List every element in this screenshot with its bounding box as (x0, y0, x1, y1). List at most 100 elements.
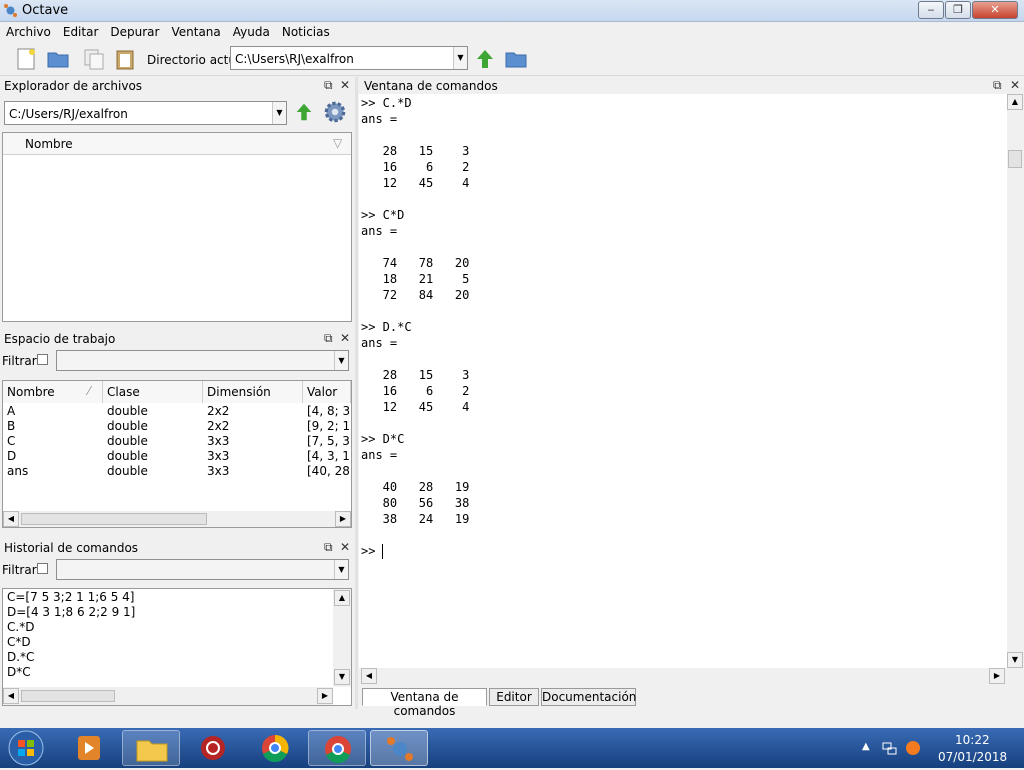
command-window-vscrollbar[interactable]: ▲ ▼ (1007, 94, 1023, 668)
history-list[interactable]: C=[7 5 3;2 1 1;6 5 4] D=[4 3 1;8 6 2;2 9… (2, 588, 352, 706)
octave-taskbar-icon[interactable] (370, 730, 428, 766)
workspace-table[interactable]: Nombre ⁄ Clase Dimensión Valor Adouble 2x… (2, 380, 352, 528)
up-directory-icon[interactable] (293, 101, 315, 123)
chrome-taskbar-icon[interactable] (246, 730, 304, 766)
workspace-filter-input[interactable]: ▼ (56, 350, 349, 371)
start-button-icon[interactable] (6, 729, 46, 767)
open-folder-icon[interactable] (46, 47, 70, 71)
command-window-header: Ventana de comandos ⧉ ✕ (359, 77, 1024, 95)
copy-icon[interactable] (82, 47, 106, 71)
undock-icon[interactable]: ⧉ (324, 540, 333, 555)
table-row[interactable]: Cdouble3x3[7, 5, 3; 2 (3, 434, 351, 449)
file-list[interactable]: Nombre ▽ (2, 132, 352, 322)
close-icon[interactable]: ✕ (1010, 78, 1020, 92)
history-title: Historial de comandos (4, 541, 139, 555)
scroll-right-icon[interactable]: ▶ (317, 688, 333, 704)
browse-folder-icon[interactable] (504, 47, 528, 71)
gear-icon[interactable] (322, 99, 348, 125)
minimize-button[interactable]: ‒ (918, 1, 944, 19)
tab-editor[interactable]: Editor (489, 688, 539, 706)
command-window-title: Ventana de comandos (364, 79, 498, 93)
media-player-taskbar-icon[interactable] (60, 730, 118, 766)
history-vscrollbar[interactable]: ▲ ▼ (333, 589, 351, 687)
table-row[interactable]: ansdouble3x3[40, 28, 1 (3, 464, 351, 479)
column-nombre[interactable]: Nombre (25, 137, 73, 151)
chevron-down-icon[interactable]: ▼ (272, 102, 286, 124)
clock-time[interactable]: 10:22 (955, 733, 990, 747)
antivirus-taskbar-icon[interactable] (184, 730, 242, 766)
scroll-up-icon[interactable]: ▲ (334, 590, 350, 606)
chevron-down-icon[interactable]: ▼ (334, 351, 348, 370)
column-dimension[interactable]: Dimensión (203, 381, 303, 403)
history-filter-checkbox[interactable] (37, 563, 48, 574)
show-hidden-icons-icon[interactable]: ▲ (862, 741, 870, 752)
scroll-left-icon[interactable]: ◀ (3, 511, 19, 527)
paste-icon[interactable] (113, 47, 137, 71)
undock-icon[interactable]: ⧉ (324, 78, 333, 93)
file-browser-path-combo[interactable]: C:/Users/RJ/exalfron ▼ (4, 101, 287, 125)
table-row[interactable]: Adouble2x2[4, 8; 3, 5 (3, 404, 351, 419)
command-window-hscrollbar[interactable]: ◀ ▶ (359, 668, 1007, 684)
column-clase[interactable]: Clase (103, 381, 203, 403)
column-valor[interactable]: Valor (303, 381, 351, 403)
scroll-right-icon[interactable]: ▶ (335, 511, 351, 527)
scroll-thumb[interactable] (21, 513, 207, 525)
command-output-line: >> C.*D (361, 96, 412, 110)
explorer-taskbar-icon[interactable] (122, 730, 180, 766)
close-icon[interactable]: ✕ (340, 78, 350, 92)
menu-ayuda[interactable]: Ayuda (227, 22, 276, 39)
menu-noticias[interactable]: Noticias (276, 22, 336, 39)
table-row[interactable]: Bdouble2x2[9, 2; 1, 6 (3, 419, 351, 434)
close-icon[interactable]: ✕ (340, 540, 350, 554)
history-hscrollbar[interactable]: ◀ ▶ (3, 687, 333, 705)
list-item[interactable]: D=[4 3 1;8 6 2;2 9 1] (7, 605, 135, 619)
command-output-line: 28 15 3 (361, 368, 470, 382)
scroll-thumb[interactable] (21, 690, 115, 702)
chevron-down-icon[interactable]: ▼ (334, 560, 348, 579)
maximize-button[interactable]: ❐ (945, 1, 971, 19)
octave-app-icon (4, 4, 17, 17)
workspace-header: Espacio de trabajo ⧉ ✕ (0, 330, 354, 348)
close-button[interactable]: ✕ (972, 1, 1018, 19)
toolbar: Directorio actual: C:\Users\RJ\exalfron … (0, 42, 1024, 76)
list-item[interactable]: C*D (7, 635, 31, 649)
chrome-window-taskbar-icon[interactable] (308, 730, 366, 766)
menu-depurar[interactable]: Depurar (104, 22, 165, 39)
file-browser-title: Explorador de archivos (4, 79, 143, 93)
table-row[interactable]: Ddouble3x3[4, 3, 1; 8 (3, 449, 351, 464)
scroll-left-icon[interactable]: ◀ (361, 668, 377, 684)
tab-documentacion[interactable]: Documentación (541, 688, 636, 706)
list-item[interactable]: C.*D (7, 620, 34, 634)
list-item[interactable]: D*C (7, 665, 31, 679)
clock-date[interactable]: 07/01/2018 (938, 750, 1007, 764)
menu-archivo[interactable]: Archivo (0, 22, 57, 39)
workspace-filter-checkbox[interactable] (37, 354, 48, 365)
close-icon[interactable]: ✕ (340, 331, 350, 345)
taskbar: ▲ 10:22 07/01/2018 (0, 728, 1024, 768)
new-script-icon[interactable] (14, 47, 38, 71)
menu-editar[interactable]: Editar (57, 22, 105, 39)
panel-splitter[interactable] (355, 77, 358, 709)
command-window-output[interactable]: >> C.*D ans = 28 15 3 16 6 2 12 45 4 >> C*… (359, 94, 1007, 668)
workspace-table-header: Nombre ⁄ Clase Dimensión Valor (3, 381, 351, 403)
up-directory-icon[interactable] (473, 47, 497, 71)
scroll-right-icon[interactable]: ▶ (989, 668, 1005, 684)
undock-icon[interactable]: ⧉ (993, 78, 1002, 93)
list-item[interactable]: D.*C (7, 650, 34, 664)
scroll-up-icon[interactable]: ▲ (1007, 94, 1023, 110)
scroll-down-icon[interactable]: ▼ (1007, 652, 1023, 668)
network-icon[interactable] (881, 740, 897, 756)
tab-ventana-de-comandos[interactable]: Ventana de comandos (362, 688, 487, 718)
undock-icon[interactable]: ⧉ (324, 331, 333, 346)
avast-tray-icon[interactable] (905, 740, 921, 756)
history-filter-input[interactable]: ▼ (56, 559, 349, 580)
list-item[interactable]: C=[7 5 3;2 1 1;6 5 4] (7, 590, 134, 604)
scroll-thumb[interactable] (1008, 150, 1022, 168)
command-output-line: >> D.*C (361, 320, 412, 334)
workspace-hscrollbar[interactable]: ◀ ▶ (3, 511, 351, 527)
chevron-down-icon[interactable]: ▼ (453, 47, 467, 69)
menu-ventana[interactable]: Ventana (165, 22, 226, 39)
scroll-left-icon[interactable]: ◀ (3, 688, 19, 704)
scroll-down-icon[interactable]: ▼ (334, 669, 350, 685)
current-directory-combo[interactable]: C:\Users\RJ\exalfron ▼ (230, 46, 468, 70)
